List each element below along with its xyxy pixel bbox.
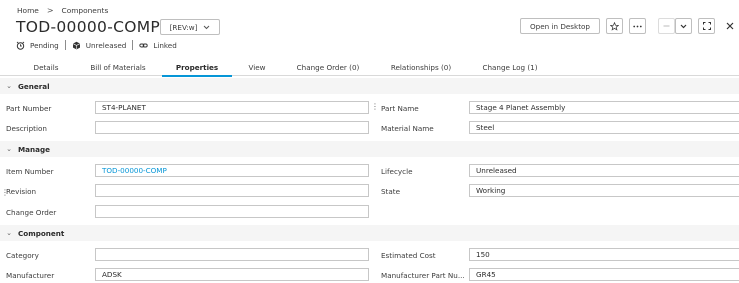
material-name-field[interactable]: Steel [469, 121, 739, 134]
pending-status: Pending [16, 41, 59, 50]
status-divider [132, 40, 134, 50]
material-name-label: Material Name [381, 124, 434, 133]
open-in-desktop-button[interactable]: Open in Desktop [520, 18, 600, 34]
previous-button[interactable] [658, 18, 675, 34]
alarm-clock-icon [16, 41, 25, 50]
chevron-down-icon: ⌄ [6, 145, 12, 153]
category-field[interactable] [95, 248, 369, 261]
estimated-cost-label: Estimated Cost [381, 251, 436, 260]
status-divider [64, 40, 66, 50]
description-label: Description [6, 124, 47, 133]
linked-label: Linked [153, 40, 177, 50]
part-number-label: Part Number [6, 104, 52, 113]
tab-properties[interactable]: Properties [162, 59, 232, 77]
link-icon [139, 43, 148, 47]
tab-change-order[interactable]: Change Order (0) [290, 59, 366, 76]
pending-label: Pending [30, 40, 59, 50]
lifecycle-field[interactable]: Unreleased [469, 164, 739, 177]
part-name-label: Part Name [381, 104, 419, 113]
linked-status: Linked [139, 40, 177, 50]
manufacturer-part-number-label: Manufacturer Part Nu... [381, 271, 465, 280]
estimated-cost-field[interactable]: 150 [469, 248, 739, 261]
breadcrumb-separator: > [46, 5, 54, 15]
tab-bar: Details Bill of Materials Properties Vie… [0, 59, 739, 77]
fullscreen-button[interactable] [698, 18, 715, 34]
state-field[interactable]: Working [469, 184, 739, 197]
minus-icon [663, 25, 670, 27]
manufacturer-part-number-field[interactable]: GR45 [469, 268, 739, 281]
close-icon [726, 22, 733, 30]
expand-dropdown-button[interactable] [675, 18, 692, 34]
section-general-header[interactable]: ⌄ General [0, 78, 739, 94]
item-number-link[interactable]: TOD-00000-COMP [95, 164, 369, 177]
tab-bill-of-materials[interactable]: Bill of Materials [82, 59, 154, 76]
revision-dropdown[interactable]: [REV:w] [160, 19, 220, 35]
revision-field[interactable] [95, 184, 369, 197]
unreleased-label: Unreleased [85, 40, 127, 50]
item-number-label: Item Number [6, 167, 54, 176]
tab-details[interactable]: Details [24, 59, 68, 76]
revision-dropdown-label: [REV:w] [169, 22, 198, 32]
breadcrumb-current[interactable]: Components [62, 6, 109, 15]
manufacturer-field[interactable]: ADSK [95, 268, 369, 281]
cube-icon [72, 41, 80, 49]
tab-view[interactable]: View [240, 59, 274, 76]
breadcrumb-home-link[interactable]: Home [17, 6, 39, 15]
tab-relationships[interactable]: Relationships (0) [382, 59, 460, 76]
close-button[interactable] [721, 18, 738, 34]
favorite-button[interactable] [606, 18, 623, 34]
more-horizontal-icon [633, 25, 642, 27]
unreleased-status: Unreleased [72, 40, 127, 50]
section-general-title: General [18, 81, 50, 91]
revision-label: Revision [6, 187, 37, 196]
chevron-down-icon: ⌄ [6, 82, 12, 90]
page-title: TOD-00000-COMP - [16, 18, 172, 36]
section-manage-title: Manage [18, 144, 50, 154]
state-label: State [381, 187, 401, 196]
section-component-header[interactable]: ⌄ Component [0, 225, 739, 241]
chevron-down-icon [680, 24, 687, 28]
section-component-title: Component [18, 228, 65, 238]
change-order-field[interactable] [95, 205, 369, 218]
more-vertical-icon[interactable]: ⋮ [371, 102, 379, 111]
lifecycle-label: Lifecycle [381, 167, 413, 176]
breadcrumb: Home > Components [17, 5, 108, 15]
fullscreen-icon [702, 22, 711, 30]
status-row: Pending Unreleased Linked [16, 39, 177, 51]
section-manage-header[interactable]: ⌄ Manage [0, 141, 739, 157]
chevron-down-icon [204, 25, 210, 29]
part-name-field[interactable]: Stage 4 Planet Assembly [469, 101, 739, 114]
description-field[interactable] [95, 121, 369, 134]
change-order-label: Change Order [6, 208, 57, 217]
manufacturer-label: Manufacturer [6, 271, 55, 280]
more-options-button[interactable] [629, 18, 646, 34]
part-number-field[interactable]: ST4-PLANET [95, 101, 369, 114]
category-label: Category [6, 251, 39, 260]
chevron-down-icon: ⌄ [6, 229, 12, 237]
star-icon [610, 21, 619, 31]
tab-change-log[interactable]: Change Log (1) [476, 59, 544, 76]
